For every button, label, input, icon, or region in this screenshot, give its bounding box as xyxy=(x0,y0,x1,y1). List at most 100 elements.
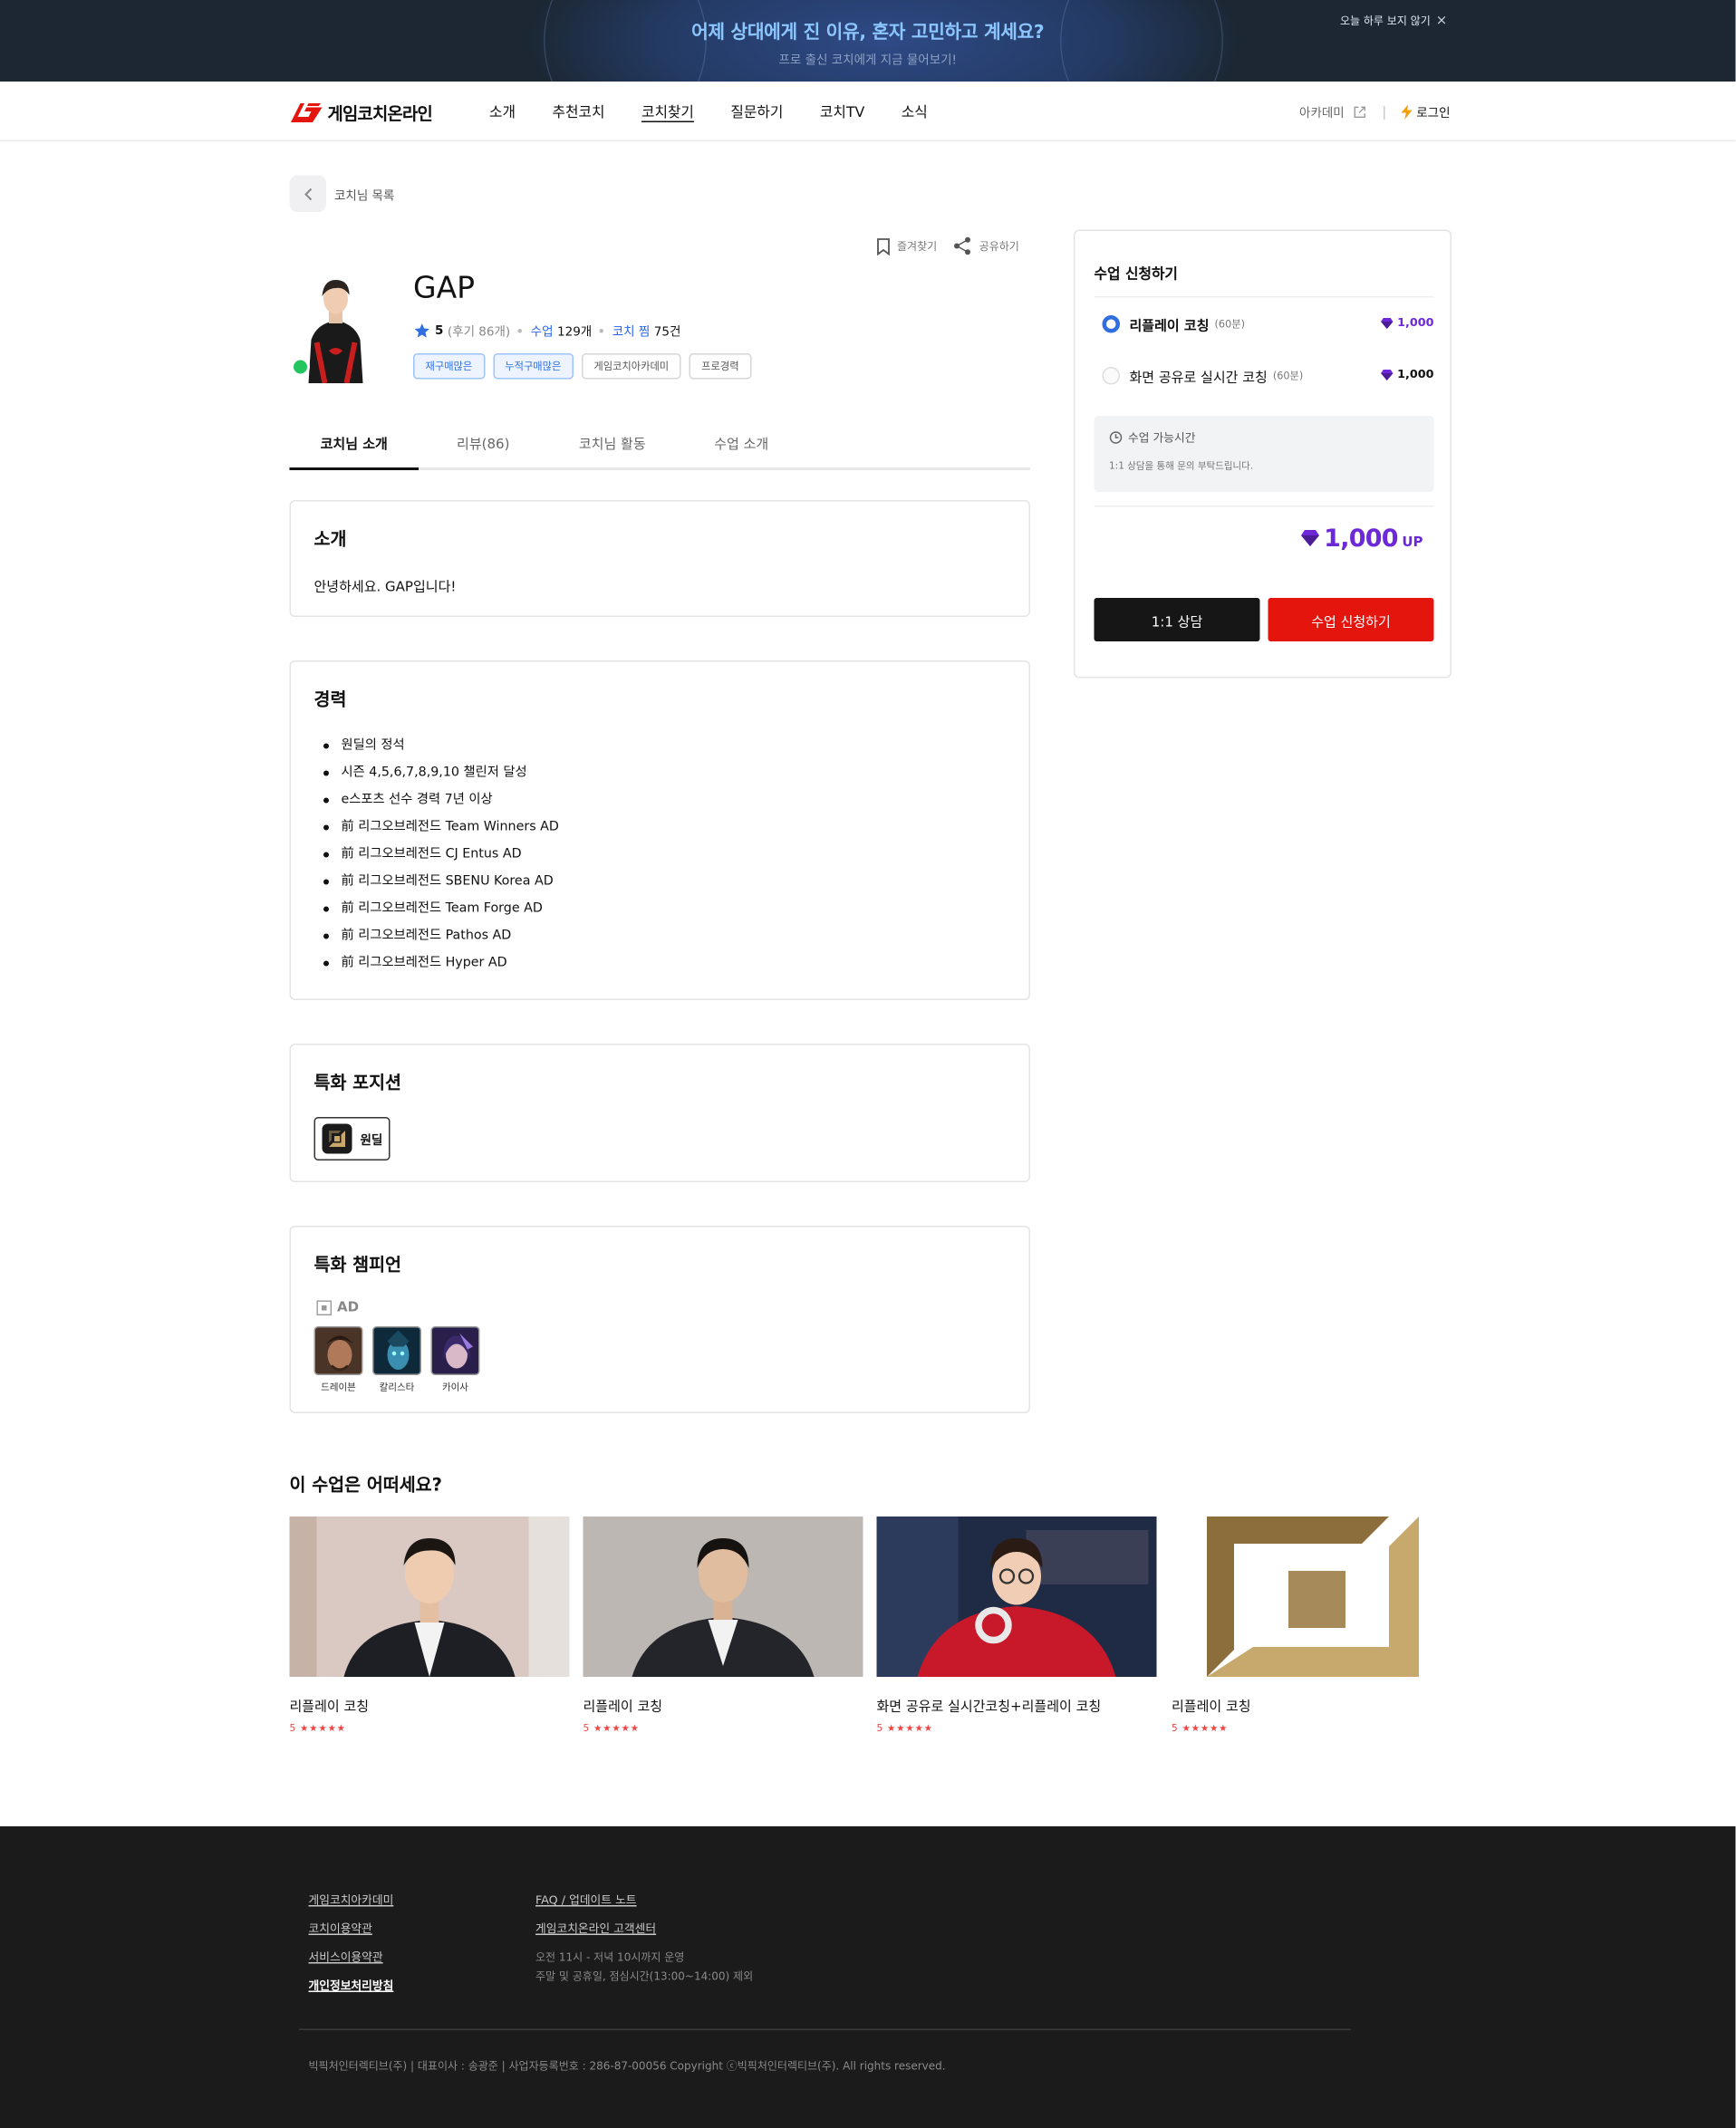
back-button[interactable] xyxy=(289,175,326,212)
banner-subtitle[interactable]: 프로 출신 코치에게 지금 물어보기! xyxy=(0,51,1736,68)
tag-repurchase: 재구매많은 xyxy=(413,353,485,380)
position-card: 특화 포지션 원딜 xyxy=(289,1044,1030,1182)
banner-close-label: 오늘 하루 보지 않기 xyxy=(1340,14,1431,28)
tab-lesson-intro[interactable]: 수업 소개 xyxy=(677,419,806,470)
option-live-coaching[interactable]: 화면 공유로 실시간 코칭 (60분) 1,000 xyxy=(1095,361,1434,389)
nav-item-find-coach[interactable]: 코치찾기 xyxy=(641,102,694,123)
login-label: 로그인 xyxy=(1416,107,1451,121)
nav-item-recommended[interactable]: 추천코치 xyxy=(552,102,604,123)
champion-name: 카이사 xyxy=(441,1382,468,1393)
bottom-lane-icon xyxy=(316,1300,332,1315)
option-label: 화면 공유로 실시간 코칭 xyxy=(1129,370,1268,386)
recommend-card-rating: 5 ★★★★★ xyxy=(1172,1723,1229,1734)
coach-name: GAP xyxy=(413,272,476,306)
recommend-card[interactable]: 화면 공유로 실시간코칭+리플레이 코칭 5 ★★★★★ xyxy=(876,1517,1157,1734)
apply-lesson-button[interactable]: 수업 신청하기 xyxy=(1268,598,1434,641)
review-count[interactable]: (후기 86개) xyxy=(448,323,510,340)
option-duration: (60분) xyxy=(1272,369,1304,381)
recommend-thumbnail xyxy=(1172,1517,1451,1677)
role-label: AD xyxy=(316,1300,359,1315)
footer-links-col2: FAQ / 업데이트 노트 게임코치온라인 고객센터 오전 11시 - 저녁 1… xyxy=(535,1892,753,1987)
gem-icon xyxy=(1381,370,1394,380)
bookmark-button[interactable]: 즐겨찾기 xyxy=(877,236,938,255)
tab-coach-intro[interactable]: 코치님 소개 xyxy=(289,419,419,470)
nav-item-news[interactable]: 소식 xyxy=(902,102,928,123)
rating-value: 5 xyxy=(435,323,444,338)
tag-cumulative: 누적구매많은 xyxy=(492,353,574,380)
nav-item-coach-tv[interactable]: 코치TV xyxy=(820,102,864,123)
footer-link-academy[interactable]: 게임코치아카데미 xyxy=(309,1892,394,1908)
list-item: 前 리그오브레전드 Team Forge AD xyxy=(323,900,559,927)
recommend-thumbnail xyxy=(289,1517,570,1677)
footer-link-service-terms[interactable]: 서비스이용약관 xyxy=(309,1949,394,1965)
champions-card: 특화 챔피언 AD 드레이븐 칼리스타 카이사 xyxy=(289,1226,1030,1413)
option-price: 1,000 xyxy=(1381,369,1434,382)
recommend-thumbnail xyxy=(876,1517,1157,1677)
tab-activity[interactable]: 코치님 활동 xyxy=(548,419,678,470)
footer-link-privacy[interactable]: 개인정보처리방침 xyxy=(309,1978,394,1994)
profile-tabs: 코치님 소개 리뷰(86) 코치님 활동 수업 소개 xyxy=(289,419,1030,470)
recommend-card-title: 리플레이 코칭 xyxy=(583,1700,663,1716)
recommend-card-rating: 5 ★★★★★ xyxy=(876,1723,933,1734)
radio-selected[interactable] xyxy=(1102,314,1120,332)
total-price-unit: UP xyxy=(1402,535,1423,551)
banner-close-button[interactable]: 오늘 하루 보지 않기 × xyxy=(1340,14,1447,29)
intro-title: 소개 xyxy=(313,530,347,551)
list-item: 원딜의 정석 xyxy=(323,737,559,764)
footer-divider xyxy=(299,2028,1351,2030)
list-item: e스포츠 선수 경력 7년 이상 xyxy=(323,791,559,818)
chevron-left-icon xyxy=(304,188,312,200)
lessons-label: 수업 xyxy=(530,326,554,340)
available-time-title: 수업 가능시간 xyxy=(1109,429,1195,446)
logo-text: 게임코치온라인 xyxy=(327,103,433,124)
tag-pro-career: 프로경력 xyxy=(689,353,752,380)
recommend-thumbnail xyxy=(583,1517,863,1677)
recommend-card[interactable]: 리플레이 코칭 5 ★★★★★ xyxy=(1172,1517,1451,1734)
profile-actions: 즐겨찾기 공유하기 xyxy=(877,236,1019,255)
footer-link-faq[interactable]: FAQ / 업데이트 노트 xyxy=(535,1892,753,1908)
recommend-card-rating: 5 ★★★★★ xyxy=(583,1723,640,1734)
divider xyxy=(1384,105,1385,120)
footer-link-coach-terms[interactable]: 코치이용약관 xyxy=(309,1921,394,1937)
recommend-card[interactable]: 리플레이 코칭 5 ★★★★★ xyxy=(289,1517,570,1734)
recommend-card-title: 리플레이 코칭 xyxy=(289,1700,370,1716)
radio-unselected[interactable] xyxy=(1102,366,1120,384)
site-logo[interactable]: 게임코치온라인 xyxy=(290,100,433,126)
position-chip-adc[interactable]: 원딜 xyxy=(313,1117,391,1160)
career-card: 경력 원딜의 정석 시즌 4,5,6,7,8,9,10 챌린저 달성 e스포츠 … xyxy=(289,660,1030,1000)
close-icon: × xyxy=(1435,14,1448,29)
champion-kalista[interactable]: 칼리스타 xyxy=(372,1326,421,1394)
consult-button[interactable]: 1:1 상담 xyxy=(1094,598,1260,641)
position-title: 특화 포지션 xyxy=(313,1074,401,1094)
logo-icon xyxy=(291,102,323,122)
tab-reviews[interactable]: 리뷰(86) xyxy=(419,419,548,470)
academy-link[interactable]: 아카데미 xyxy=(1299,103,1345,121)
login-button[interactable]: 로그인 xyxy=(1401,103,1451,121)
bookmark-label: 즐겨찾기 xyxy=(897,239,938,253)
back-label[interactable]: 코치님 목록 xyxy=(334,187,394,204)
external-link-icon xyxy=(1354,106,1366,118)
divider xyxy=(1094,296,1434,298)
coach-tags: 재구매많은 누적구매많은 게임코치아카데미 프로경력 xyxy=(413,353,752,380)
promo-banner[interactable]: 어제 상대에게 진 이유, 혼자 고민하고 계세요? 프로 출신 코치에게 지금… xyxy=(0,0,1736,82)
nav-item-intro[interactable]: 소개 xyxy=(489,102,516,123)
option-label: 리플레이 코칭 xyxy=(1129,318,1210,334)
total-price: 1,000 UP xyxy=(1301,525,1423,554)
nav-item-questions[interactable]: 질문하기 xyxy=(730,102,783,123)
champion-kaisa[interactable]: 카이사 xyxy=(430,1326,480,1394)
banner-title[interactable]: 어제 상대에게 진 이유, 혼자 고민하고 계세요? xyxy=(0,16,1736,43)
champion-draven[interactable]: 드레이븐 xyxy=(313,1326,363,1394)
champion-portrait xyxy=(372,1326,421,1375)
lightning-icon xyxy=(1401,104,1413,120)
available-time-desc: 1:1 상담을 통해 문의 부탁드립니다. xyxy=(1109,460,1254,472)
online-status-indicator xyxy=(291,357,310,377)
lesson-apply-panel: 수업 신청하기 리플레이 코칭 (60분) 1,000 화면 공유로 실시간 코… xyxy=(1074,229,1451,679)
share-button[interactable]: 공유하기 xyxy=(953,236,1019,255)
list-item: 시즌 4,5,6,7,8,9,10 챌린저 달성 xyxy=(323,764,559,791)
champion-list: 드레이븐 칼리스타 카이사 xyxy=(313,1326,480,1394)
footer-link-support[interactable]: 게임코치온라인 고객센터 xyxy=(535,1921,753,1937)
recommend-card[interactable]: 리플레이 코칭 5 ★★★★★ xyxy=(583,1517,863,1734)
option-replay-coaching[interactable]: 리플레이 코칭 (60분) 1,000 xyxy=(1095,310,1434,337)
footer-links-col1: 게임코치아카데미 코치이용약관 서비스이용약관 개인정보처리방침 xyxy=(309,1892,394,2006)
position-chip-label: 원딜 xyxy=(360,1133,383,1148)
